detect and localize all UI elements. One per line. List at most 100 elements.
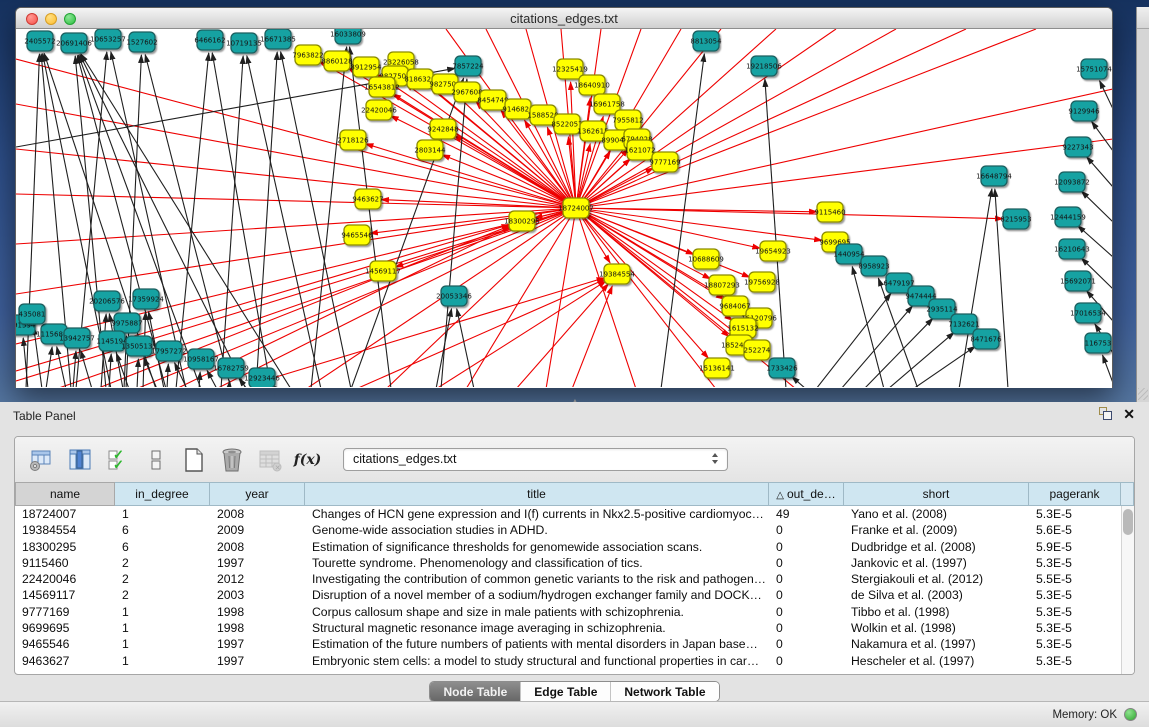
table-row[interactable]: 1456911722003Disruption of a novel membe… xyxy=(15,587,1134,603)
graph-node[interactable]: 12444159 xyxy=(1050,207,1086,227)
column-header-title[interactable]: title xyxy=(305,482,769,506)
graph-node[interactable]: 2405572 xyxy=(24,31,55,51)
table-row[interactable]: 977716911998Corpus callosum shape and si… xyxy=(15,604,1134,620)
memory-status-icon[interactable] xyxy=(1124,708,1137,721)
graph-node[interactable]: 19756928 xyxy=(744,272,780,292)
graph-node[interactable]: 7963822 xyxy=(292,45,323,65)
table-mode-button[interactable] xyxy=(27,445,56,475)
graph-node[interactable]: 1527602 xyxy=(126,32,157,52)
graph-node[interactable]: 20691406 xyxy=(56,33,92,53)
graph-node[interactable]: 1733426 xyxy=(766,358,798,378)
graph-node[interactable]: 16671385 xyxy=(260,29,296,49)
graph-node[interactable]: 19654923 xyxy=(755,241,791,261)
graph-node[interactable]: 16033809 xyxy=(330,29,366,44)
graph-node[interactable]: 12923446 xyxy=(244,368,280,387)
graph-node[interactable]: 20053346 xyxy=(436,286,472,306)
graph-node[interactable]: 9227343 xyxy=(1062,137,1093,157)
scrollbar-thumb[interactable] xyxy=(1123,509,1133,535)
table-selector-dropdown[interactable]: citations_edges.txt xyxy=(343,448,728,471)
graph-node[interactable]: 10653257 xyxy=(90,29,126,49)
column-header-in_degree[interactable]: in_degree xyxy=(115,482,210,506)
graph-node[interactable]: 435081 xyxy=(19,304,46,324)
graph-node[interactable]: 18640910 xyxy=(574,75,610,95)
tab-network-table[interactable]: Network Table xyxy=(610,682,718,701)
graph-node[interactable]: 15692071 xyxy=(1060,271,1096,291)
graph-node[interactable]: 8215953 xyxy=(1000,209,1031,229)
graph-node[interactable]: 19384554 xyxy=(599,264,635,284)
vertical-scrollbar[interactable] xyxy=(1121,506,1134,674)
window-titlebar[interactable]: citations_edges.txt xyxy=(16,8,1112,29)
svg-text:19756928: 19756928 xyxy=(744,279,780,287)
graph-node[interactable]: 8471676 xyxy=(970,329,1002,349)
graph-node[interactable]: 12093872 xyxy=(1054,172,1090,192)
table-cell: 2 xyxy=(115,555,210,571)
graph-node[interactable]: 252274 xyxy=(744,340,771,360)
network-view-window[interactable]: citations_edges.txt 79638228860128891295… xyxy=(15,7,1113,388)
graph-node[interactable]: 18724007 xyxy=(558,198,594,218)
graph-node[interactable]: 15136141 xyxy=(699,358,735,378)
table-row[interactable]: 2242004622012Investigating the contribut… xyxy=(15,571,1134,587)
graph-node[interactable]: 1621072 xyxy=(624,140,655,160)
graph-node[interactable]: 17359924 xyxy=(128,289,164,309)
column-header-year[interactable]: year xyxy=(210,482,305,506)
network-canvas[interactable]: 7963822886012889129542322605898275051654… xyxy=(16,29,1112,387)
graph-node[interactable]: 8813054 xyxy=(690,31,722,51)
graph-node[interactable]: 16648794 xyxy=(976,166,1012,186)
graph-node[interactable]: 9115460 xyxy=(814,202,845,222)
graph-node[interactable]: 2718126 xyxy=(337,130,369,150)
graph-node[interactable]: 19218506 xyxy=(746,56,782,76)
graph-node[interactable]: 8912954 xyxy=(350,57,382,77)
graph-node[interactable]: 10719135 xyxy=(226,33,262,53)
show-columns-button[interactable] xyxy=(65,445,94,475)
graph-node[interactable]: 17957272 xyxy=(151,341,187,361)
graph-node[interactable]: 9463627 xyxy=(352,189,383,209)
graph-node[interactable]: 16543812 xyxy=(364,77,400,97)
graph-node[interactable]: 9129946 xyxy=(1068,101,1100,121)
graph-node[interactable]: 18807293 xyxy=(704,275,740,295)
graph-node[interactable]: 22420046 xyxy=(361,100,397,120)
graph-node[interactable]: 8958923 xyxy=(858,256,889,276)
tab-node-table[interactable]: Node Table xyxy=(430,682,520,701)
column-header-pagerank[interactable]: pagerank xyxy=(1029,482,1121,506)
graph-node[interactable]: 17016534 xyxy=(1070,303,1106,323)
graph-node[interactable]: 9465546 xyxy=(341,225,373,245)
table-row[interactable]: 946554611997Estimation of the future num… xyxy=(15,636,1134,652)
graph-node[interactable]: 9777169 xyxy=(649,152,680,172)
delete-table-button[interactable]: ✕ xyxy=(255,445,284,475)
graph-node[interactable]: 20206576 xyxy=(89,291,125,311)
graph-node[interactable]: 10688609 xyxy=(688,249,724,269)
graph-node[interactable]: 7955812 xyxy=(612,110,643,130)
table-row[interactable]: 969969511998Structural magnetic resonanc… xyxy=(15,620,1134,636)
graph-node[interactable]: 8860128 xyxy=(321,51,352,71)
table-row[interactable]: 911546021997Tourette syndrome. Phenomeno… xyxy=(15,555,1134,571)
graph-node[interactable]: 7857224 xyxy=(452,56,484,76)
graph-node[interactable]: 116753 xyxy=(1085,333,1112,353)
resize-grip-icon[interactable] xyxy=(1138,388,1148,400)
float-panel-icon[interactable] xyxy=(1099,407,1113,421)
graph-node[interactable]: 18300295 xyxy=(504,211,540,231)
column-header-name[interactable]: name xyxy=(15,482,115,506)
graph-node[interactable]: 6466162 xyxy=(194,30,225,50)
table-row[interactable]: 946362711997Embryonic stem cells: a mode… xyxy=(15,653,1134,669)
svg-text:19654923: 19654923 xyxy=(755,248,791,256)
graph-node[interactable]: 9242848 xyxy=(427,119,458,139)
delete-column-button[interactable] xyxy=(217,445,246,475)
select-rows-button[interactable]: ✓✓ xyxy=(103,445,132,475)
graph-node[interactable]: 2803144 xyxy=(414,140,446,160)
table-row[interactable]: 1872400712008Changes of HCN gene express… xyxy=(15,506,1134,522)
graph-node[interactable]: 9975887 xyxy=(111,313,142,333)
row-view-button[interactable] xyxy=(141,445,170,475)
graph-node[interactable]: 13942757 xyxy=(59,328,95,348)
function-builder-button[interactable]: f(x) xyxy=(293,445,322,475)
tab-edge-table[interactable]: Edge Table xyxy=(520,682,610,701)
create-column-button[interactable] xyxy=(179,445,208,475)
column-header-short[interactable]: short xyxy=(844,482,1029,506)
column-header-out_de[interactable]: △out_de… xyxy=(769,482,844,506)
graph-node[interactable]: 16210643 xyxy=(1054,239,1090,259)
close-panel-icon[interactable]: ✕ xyxy=(1123,407,1135,421)
svg-text:12923446: 12923446 xyxy=(244,375,280,383)
table-row[interactable]: 1830029562008Estimation of significance … xyxy=(15,539,1134,555)
graph-node[interactable]: 14569117 xyxy=(365,261,401,281)
table-row[interactable]: 1938455462009Genome-wide association stu… xyxy=(15,522,1134,538)
graph-node[interactable]: 15751074 xyxy=(1076,59,1112,79)
